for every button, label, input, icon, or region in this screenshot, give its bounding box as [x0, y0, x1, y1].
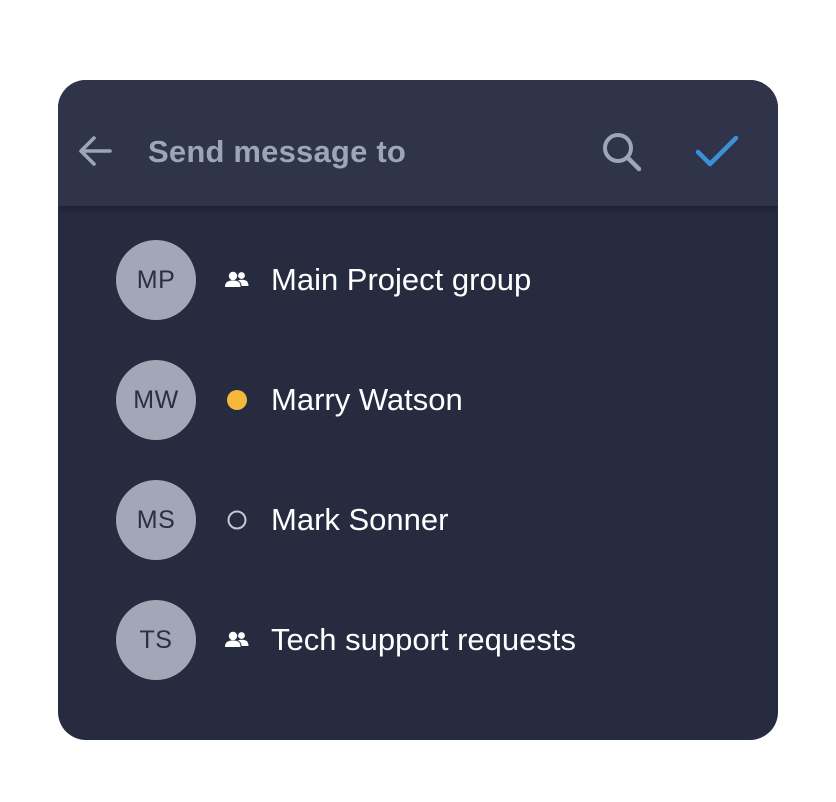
recipient-name: Main Project group [271, 262, 532, 297]
arrow-left-icon [79, 136, 112, 166]
dialog-header: Send message to [58, 80, 778, 206]
recipient-row[interactable]: MW Marry Watson [58, 326, 778, 446]
search-button[interactable] [598, 128, 646, 176]
recipient-name: Marry Watson [271, 382, 463, 417]
recipient-name: Mark Sonner [271, 502, 449, 537]
recipient-row[interactable]: MP Main Project group [58, 206, 778, 326]
group-icon [224, 268, 250, 292]
check-icon [695, 135, 739, 167]
avatar: MP [116, 240, 196, 320]
status-away-icon [224, 388, 250, 412]
confirm-button[interactable] [692, 128, 742, 176]
recipient-row[interactable]: MS Mark Sonner [58, 446, 778, 566]
search-icon [603, 133, 642, 172]
avatar: MW [116, 360, 196, 440]
status-offline-icon [224, 508, 250, 532]
recipient-name: Tech support requests [271, 622, 577, 657]
send-message-dialog: Send message to MP Main Project group MW… [58, 80, 778, 740]
dialog-title: Send message to [148, 134, 406, 169]
group-icon [224, 628, 250, 652]
avatar: MS [116, 480, 196, 560]
avatar: TS [116, 600, 196, 680]
recipient-row[interactable]: TS Tech support requests [58, 566, 778, 686]
back-button[interactable] [74, 129, 118, 173]
